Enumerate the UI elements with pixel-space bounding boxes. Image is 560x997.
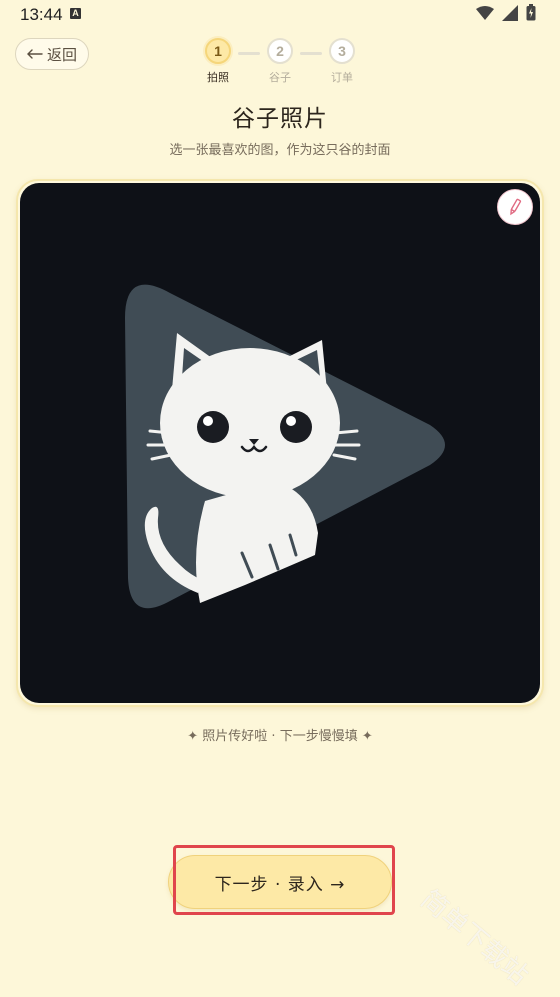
photo-frame[interactable] bbox=[16, 179, 544, 707]
step-2-number: 2 bbox=[267, 38, 293, 64]
step-1: 1 拍照 bbox=[203, 38, 233, 85]
wifi-icon bbox=[476, 5, 494, 20]
step-1-label: 拍照 bbox=[207, 71, 229, 84]
page-subtitle: 选一张最喜欢的图，作为这只谷的封面 bbox=[169, 143, 391, 158]
notification-icon: A bbox=[70, 8, 81, 19]
status-icons bbox=[476, 4, 536, 21]
back-button[interactable]: 返回 bbox=[15, 38, 89, 70]
step-connector bbox=[238, 52, 260, 55]
cover-photo bbox=[20, 183, 540, 703]
highlight-box bbox=[173, 845, 395, 915]
step-3: 3 订单 bbox=[327, 38, 357, 85]
arrow-left-icon bbox=[26, 49, 43, 59]
step-1-number: 1 bbox=[205, 38, 231, 64]
step-2: 2 谷子 bbox=[265, 38, 295, 85]
watermark: 简单下载站 bbox=[414, 884, 534, 992]
edit-photo-button[interactable] bbox=[497, 189, 533, 225]
battery-icon bbox=[526, 4, 536, 21]
signal-icon bbox=[502, 4, 518, 21]
progress-stepper: 1 拍照 2 谷子 3 订单 bbox=[200, 38, 365, 88]
upload-status-caption: ✦ 照片传好啦 · 下一步慢慢填 ✦ bbox=[187, 729, 373, 744]
step-3-label: 订单 bbox=[331, 71, 353, 84]
status-time: 13:44 bbox=[20, 5, 63, 24]
pencil-icon bbox=[510, 198, 522, 216]
step-connector bbox=[300, 52, 322, 55]
status-bar: 13:44 A bbox=[0, 0, 560, 30]
cat-play-logo-image bbox=[125, 284, 445, 609]
step-2-label: 谷子 bbox=[269, 71, 291, 84]
step-3-number: 3 bbox=[329, 38, 355, 64]
back-label: 返回 bbox=[46, 45, 77, 64]
page-title: 谷子照片 bbox=[232, 106, 328, 132]
